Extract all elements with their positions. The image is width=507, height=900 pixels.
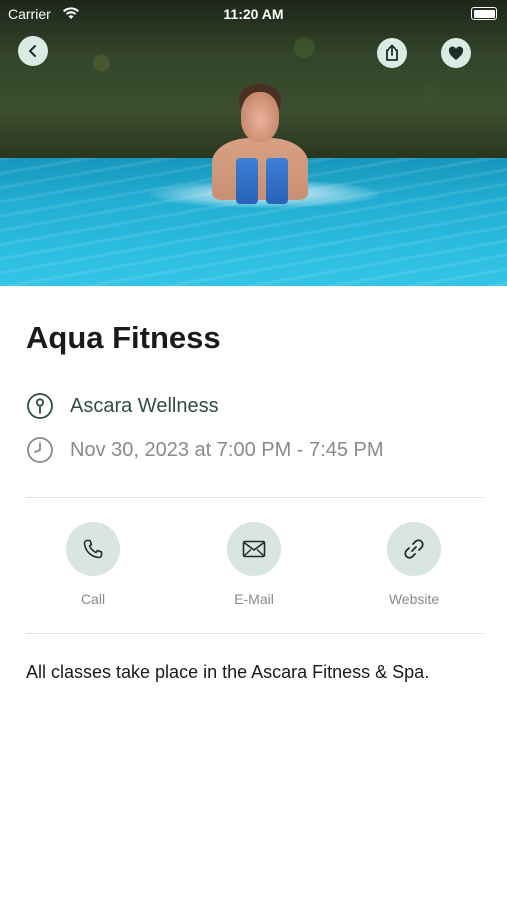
- website-action[interactable]: Website: [359, 522, 469, 607]
- foam-float-right: [266, 158, 288, 204]
- venue-row[interactable]: Ascara Wellness: [26, 392, 219, 420]
- call-action[interactable]: Call: [38, 522, 148, 607]
- status-bar: Carrier 11:20 AM: [0, 0, 507, 28]
- email-action[interactable]: E-Mail: [199, 522, 309, 607]
- share-icon: [386, 44, 398, 61]
- chevron-left-icon: [29, 45, 36, 57]
- swimmer-head: [241, 92, 279, 142]
- call-label: Call: [80, 591, 106, 607]
- divider: [26, 633, 483, 634]
- back-button[interactable]: [18, 36, 48, 66]
- mail-icon: [242, 540, 266, 558]
- favorite-button[interactable]: [441, 38, 471, 68]
- datetime-row: Nov 30, 2023 at 7:00 PM - 7:45 PM: [26, 436, 384, 464]
- status-time: 11:20 AM: [223, 6, 284, 22]
- website-label: Website: [388, 591, 440, 607]
- location-pin-icon: [26, 392, 54, 420]
- email-button[interactable]: [227, 522, 281, 576]
- link-icon: [404, 539, 424, 559]
- share-button[interactable]: [377, 38, 407, 68]
- event-title: Aqua Fitness: [26, 320, 221, 355]
- divider: [26, 497, 483, 498]
- battery-icon: [471, 7, 497, 20]
- event-description: All classes take place in the Ascara Fit…: [26, 662, 430, 682]
- foam-float-left: [236, 158, 258, 204]
- website-button[interactable]: [387, 522, 441, 576]
- clock-icon: [26, 436, 54, 464]
- email-label: E-Mail: [234, 591, 274, 607]
- heart-icon: [448, 45, 464, 60]
- phone-icon: [83, 539, 103, 559]
- event-hero-image: [0, 0, 507, 286]
- swimmer-body: [212, 138, 308, 200]
- event-datetime: Nov 30, 2023 at 7:00 PM - 7:45 PM: [70, 438, 384, 461]
- venue-name: Ascara Wellness: [70, 394, 219, 417]
- call-button[interactable]: [66, 522, 120, 576]
